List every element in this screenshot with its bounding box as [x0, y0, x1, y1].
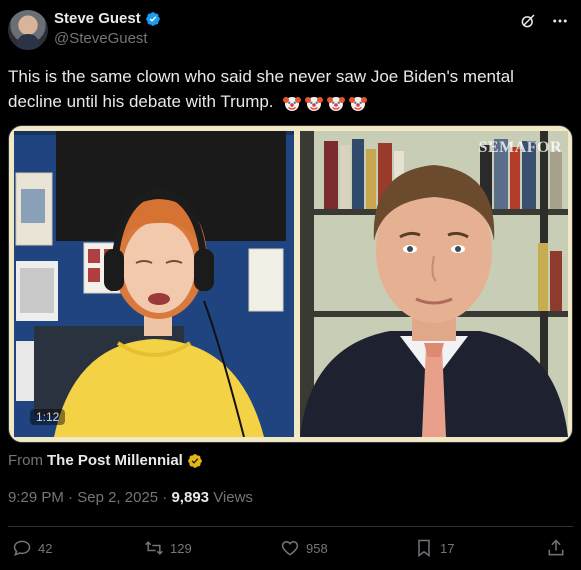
source-prefix: From: [8, 452, 43, 469]
header-actions: [519, 12, 569, 30]
gold-verified-badge-icon: [188, 453, 202, 468]
author-name[interactable]: Steve Guest: [54, 10, 141, 27]
tweet-text: This is the same clown who said she neve…: [8, 64, 568, 114]
tweet-actions: 42 129 958 17: [8, 538, 573, 562]
media-source: From The Post Millennial: [8, 452, 203, 469]
video-player[interactable]: 1:12 SEMAFOR: [8, 125, 573, 443]
source-name[interactable]: The Post Millennial: [47, 452, 183, 469]
tweet-header: Steve Guest @SteveGuest: [8, 8, 573, 52]
video-right-pane: SEMAFOR: [300, 131, 568, 437]
author-avatar[interactable]: [8, 10, 48, 50]
left-speaker-scene: [14, 131, 294, 437]
repost-count: 129: [170, 540, 192, 556]
author-name-row: Steve Guest: [54, 10, 161, 27]
emoji-group: [282, 93, 368, 113]
bookmark-count: 17: [440, 540, 455, 556]
clown-face-icon: [283, 96, 302, 111]
share-button[interactable]: [546, 538, 566, 558]
verified-badge-icon: [145, 11, 160, 26]
tweet-meta: 9:29 PM · Sep 2, 2025 · 9,893 Views: [8, 489, 253, 506]
like-button[interactable]: 958: [280, 538, 328, 558]
views-count[interactable]: 9,893: [171, 489, 209, 506]
author-handle[interactable]: @SteveGuest: [54, 30, 148, 47]
tweet-body: This is the same clown who said she neve…: [8, 67, 514, 111]
divider: [8, 526, 573, 527]
meta-separator: ·: [162, 489, 168, 506]
clown-face-icon: [305, 96, 324, 111]
reply-button[interactable]: 42: [12, 538, 52, 558]
heart-icon: [281, 540, 299, 556]
repost-icon: [145, 541, 163, 555]
clown-face-icon: [349, 96, 368, 111]
grok-icon[interactable]: [519, 12, 537, 30]
meta-separator: ·: [68, 489, 74, 506]
bookmark-button[interactable]: 17: [414, 538, 454, 558]
video-watermark: SEMAFOR: [478, 139, 562, 156]
repost-button[interactable]: 129: [144, 538, 192, 558]
more-options-icon[interactable]: [551, 12, 569, 30]
tweet-time[interactable]: 9:29 PM: [8, 489, 64, 506]
clown-face-icon: [327, 96, 346, 111]
reply-count: 42: [38, 540, 53, 556]
reply-icon: [13, 540, 31, 556]
tweet-date[interactable]: Sep 2, 2025: [77, 489, 158, 506]
right-speaker-scene: [300, 131, 568, 437]
share-icon: [548, 539, 564, 556]
video-duration: 1:12: [30, 409, 66, 425]
like-count: 958: [306, 540, 328, 556]
bookmark-icon: [418, 539, 430, 557]
views-label: Views: [213, 489, 253, 506]
video-left-pane: 1:12: [14, 131, 294, 437]
